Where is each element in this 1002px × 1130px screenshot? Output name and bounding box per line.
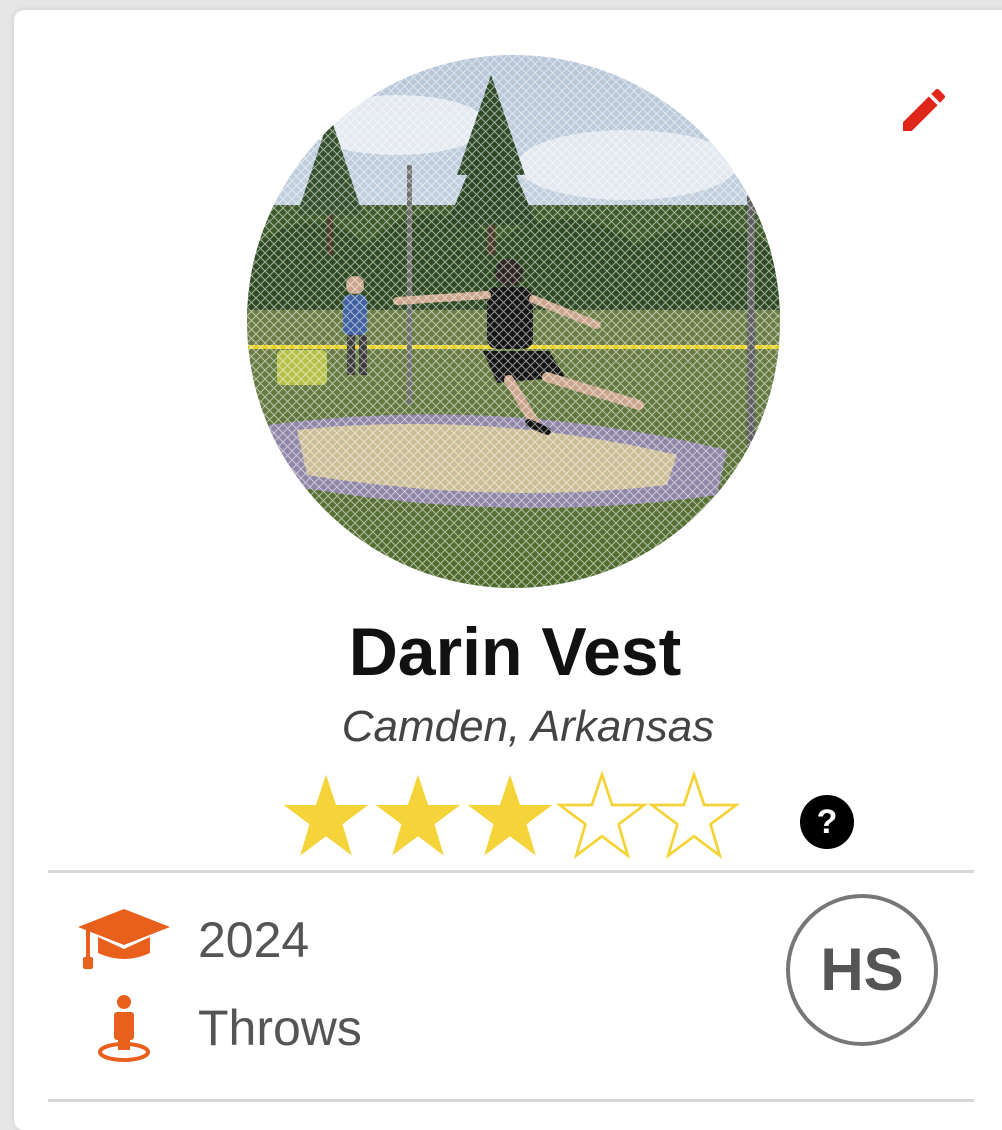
star-rating [280,770,740,862]
athlete-name: Darin Vest [348,614,682,690]
profile-photo [247,55,780,588]
divider-top [48,870,974,873]
pencil-icon [903,88,946,131]
class-year-text: 2024 [198,912,310,968]
question-icon: ? [816,803,838,841]
divider-bottom [48,1099,974,1102]
star-filled-icon [375,774,461,856]
edit-profile-button[interactable] [896,82,952,138]
event-group-row: Throws [64,990,362,1066]
profile-card: Darin Vest Camden, Arkansas ? 2024 Throw [14,10,1002,1130]
athlete-location: Camden, Arkansas [341,702,715,751]
level-badge: HS [786,894,938,1046]
graduation-cap-icon [64,902,184,978]
star-filled-icon [467,774,553,856]
class-year-row: 2024 [64,902,309,978]
star-outline-icon [648,770,740,860]
star-outline-icon [556,770,648,860]
rating-help-button[interactable]: ? [800,795,854,849]
star-filled-icon [283,774,369,856]
person-location-icon [64,990,184,1066]
event-group-text: Throws [198,1000,362,1056]
